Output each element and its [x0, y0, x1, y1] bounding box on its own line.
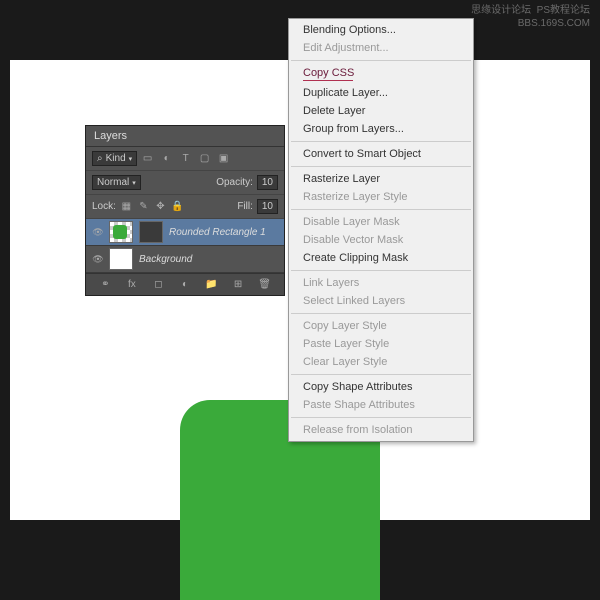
menu-item-clear-layer-style: Clear Layer Style — [289, 353, 473, 371]
layers-panel: Layers ⌕ Kind ▾ ▭ ◐ T ▢ ▣ Normal ▾ Opaci… — [85, 125, 285, 296]
filter-type-icon[interactable]: T — [179, 152, 192, 165]
menu-item-group-from-layers[interactable]: Group from Layers... — [289, 120, 473, 138]
menu-item-blending-options[interactable]: Blending Options... — [289, 21, 473, 39]
panel-footer: ⚭ fx ◻ ◐ 📁 ⊞ 🗑 — [86, 273, 284, 295]
menu-separator — [291, 166, 471, 167]
menu-item-select-linked-layers: Select Linked Layers — [289, 292, 473, 310]
menu-separator — [291, 209, 471, 210]
layer-thumbnail[interactable] — [109, 221, 133, 243]
opacity-input[interactable]: 10 — [257, 175, 278, 190]
fill-input[interactable]: 10 — [257, 199, 278, 214]
visibility-toggle[interactable]: 👁 — [90, 254, 106, 265]
layers-tab[interactable]: Layers — [86, 126, 284, 147]
blend-opacity-row: Normal ▾ Opacity: 10 — [86, 171, 284, 195]
layer-row-background[interactable]: 👁 Background — [86, 246, 284, 273]
menu-separator — [291, 270, 471, 271]
filter-row: ⌕ Kind ▾ ▭ ◐ T ▢ ▣ — [86, 147, 284, 171]
menu-separator — [291, 374, 471, 375]
menu-item-paste-layer-style: Paste Layer Style — [289, 335, 473, 353]
menu-item-convert-to-smart-object[interactable]: Convert to Smart Object — [289, 145, 473, 163]
delete-layer-icon[interactable]: 🗑 — [258, 278, 271, 291]
filter-pixel-icon[interactable]: ▭ — [141, 152, 154, 165]
lock-label: Lock: — [92, 201, 116, 212]
kind-filter-dropdown[interactable]: ⌕ Kind ▾ — [92, 151, 137, 166]
lock-pixels-icon[interactable]: ✎ — [137, 200, 150, 213]
menu-item-duplicate-layer[interactable]: Duplicate Layer... — [289, 84, 473, 102]
menu-separator — [291, 417, 471, 418]
menu-item-paste-shape-attributes: Paste Shape Attributes — [289, 396, 473, 414]
chevron-down-icon: ▾ — [132, 179, 136, 187]
menu-separator — [291, 60, 471, 61]
visibility-toggle[interactable]: 👁 — [90, 227, 106, 238]
layer-fx-icon[interactable]: fx — [125, 278, 138, 291]
menu-item-delete-layer[interactable]: Delete Layer — [289, 102, 473, 120]
menu-item-create-clipping-mask[interactable]: Create Clipping Mask — [289, 249, 473, 267]
link-layers-icon[interactable]: ⚭ — [99, 278, 112, 291]
lock-transparency-icon[interactable]: ▦ — [120, 200, 133, 213]
adjustment-layer-icon[interactable]: ◐ — [178, 278, 191, 291]
lock-position-icon[interactable]: ✥ — [154, 200, 167, 213]
menu-item-rasterize-layer[interactable]: Rasterize Layer — [289, 170, 473, 188]
layer-thumbnail[interactable] — [109, 248, 133, 270]
menu-item-disable-layer-mask: Disable Layer Mask — [289, 213, 473, 231]
new-group-icon[interactable]: 📁 — [205, 278, 218, 291]
menu-item-copy-css[interactable]: Copy CSS — [289, 64, 473, 84]
chevron-down-icon: ▾ — [129, 155, 133, 163]
vector-mask-thumbnail[interactable] — [139, 221, 163, 243]
blend-mode-dropdown[interactable]: Normal ▾ — [92, 175, 141, 190]
watermark: 思缘设计论坛 PS教程论坛 BBS.169S.COM — [471, 4, 590, 30]
filter-smart-icon[interactable]: ▣ — [217, 152, 230, 165]
filter-shape-icon[interactable]: ▢ — [198, 152, 211, 165]
new-layer-icon[interactable]: ⊞ — [232, 278, 245, 291]
menu-item-copy-shape-attributes[interactable]: Copy Shape Attributes — [289, 378, 473, 396]
layer-name[interactable]: Rounded Rectangle 1 — [166, 227, 266, 238]
search-icon: ⌕ — [97, 153, 103, 164]
layer-row-rounded-rectangle[interactable]: 👁 Rounded Rectangle 1 — [86, 219, 284, 246]
layer-name[interactable]: Background — [136, 254, 192, 265]
menu-item-link-layers: Link Layers — [289, 274, 473, 292]
menu-item-copy-layer-style: Copy Layer Style — [289, 317, 473, 335]
fill-label: Fill: — [237, 201, 253, 212]
menu-item-disable-vector-mask: Disable Vector Mask — [289, 231, 473, 249]
menu-item-edit-adjustment: Edit Adjustment... — [289, 39, 473, 57]
lock-all-icon[interactable]: 🔒 — [171, 200, 184, 213]
lock-fill-row: Lock: ▦ ✎ ✥ 🔒 Fill: 10 — [86, 195, 284, 219]
menu-separator — [291, 313, 471, 314]
layer-context-menu: Blending Options...Edit Adjustment... Cop… — [288, 18, 474, 442]
filter-adjustment-icon[interactable]: ◐ — [160, 152, 173, 165]
menu-item-release-from-isolation: Release from Isolation — [289, 421, 473, 439]
menu-separator — [291, 141, 471, 142]
add-mask-icon[interactable]: ◻ — [152, 278, 165, 291]
menu-item-rasterize-layer-style: Rasterize Layer Style — [289, 188, 473, 206]
opacity-label: Opacity: — [216, 177, 253, 188]
